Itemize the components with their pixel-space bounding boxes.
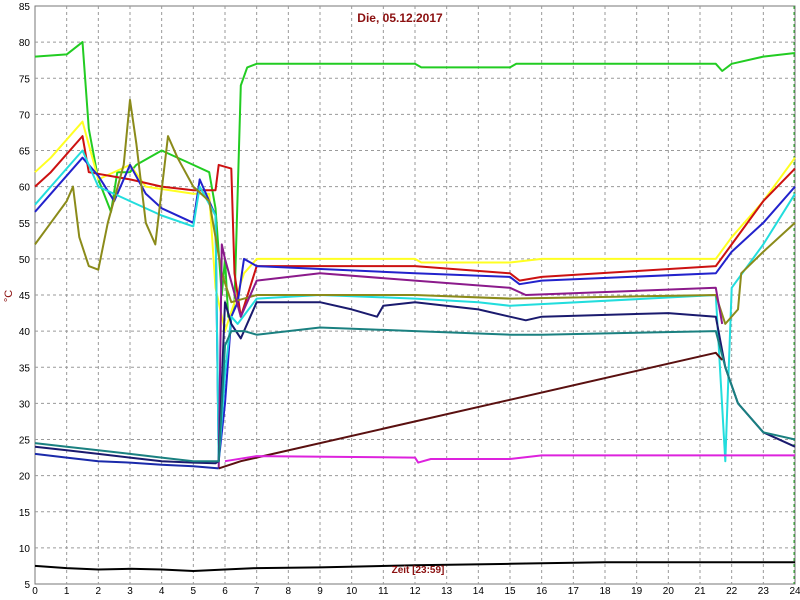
y-tick-label: 35 (19, 363, 31, 374)
x-tick-label: 16 (536, 586, 548, 597)
y-tick-label: 85 (19, 2, 31, 13)
x-tick-label: 8 (286, 586, 292, 597)
y-tick-label: 75 (19, 74, 31, 85)
chart-canvas: 0 1 2 3 4 5 6 7 8 9 10 11 12 13 14 15 16 17 18 19 20 21 22 23 24… (0, 0, 800, 600)
x-tick-label: 10 (346, 586, 358, 597)
series-line-7 (217, 243, 724, 469)
x-tick-label: 3 (127, 586, 133, 597)
y-tick-label: 20 (19, 472, 31, 483)
y-tick-label: 55 (19, 219, 31, 230)
x-tick-label: 24 (789, 586, 800, 597)
x-tick-label: 14 (473, 586, 485, 597)
y-tick-label: 45 (19, 291, 31, 302)
x-tick-label: 13 (441, 586, 453, 597)
y-tick-label: 25 (19, 436, 31, 447)
y-tick-label: 30 (19, 399, 31, 410)
y-axis-label: °C (3, 290, 15, 302)
x-tick-label: 7 (254, 586, 260, 597)
x-tick-label: 12 (409, 586, 421, 597)
x-axis-label: Zeit [23:59] (392, 565, 445, 576)
y-tick-label: 80 (19, 38, 31, 49)
x-tick-label: 23 (758, 586, 770, 597)
y-tick-label: 10 (19, 544, 31, 555)
series-line-9 (34, 326, 796, 463)
x-tick-label: 22 (726, 586, 738, 597)
x-tick-label: 0 (32, 586, 38, 597)
series-line-10 (218, 351, 723, 470)
line-chart: 0 1 2 3 4 5 6 7 8 9 10 11 12 13 14 15 16 17 18 19 20 21 22 23 24… (3, 2, 800, 597)
x-tick-label: 15 (504, 586, 516, 597)
chart-title: Die, 05.12.2017 (357, 11, 443, 25)
y-tick-label: 5 (24, 580, 30, 591)
x-tick-label: 9 (317, 586, 323, 597)
y-tick-label: 50 (19, 255, 31, 266)
x-tick-label: 1 (64, 586, 70, 597)
y-tick-label: 65 (19, 147, 31, 158)
x-tick-label: 5 (191, 586, 197, 597)
y-tick-label: 60 (19, 183, 31, 194)
y-tick-label: 70 (19, 110, 31, 121)
series-line-2 (34, 120, 796, 333)
tick-labels: 0 1 2 3 4 5 6 7 8 9 10 11 12 13 14 15 16 17 18 19 20 21 22 23 24… (19, 2, 800, 597)
x-tick-label: 19 (631, 586, 643, 597)
y-tick-label: 40 (19, 327, 31, 338)
x-tick-label: 11 (378, 586, 389, 597)
x-tick-label: 4 (159, 586, 165, 597)
x-tick-label: 17 (568, 586, 580, 597)
x-tick-label: 18 (599, 586, 611, 597)
x-tick-label: 2 (96, 586, 102, 597)
x-tick-label: 6 (222, 586, 228, 597)
x-tick-label: 20 (663, 586, 675, 597)
y-tick-label: 15 (19, 508, 31, 519)
x-tick-label: 21 (694, 586, 706, 597)
